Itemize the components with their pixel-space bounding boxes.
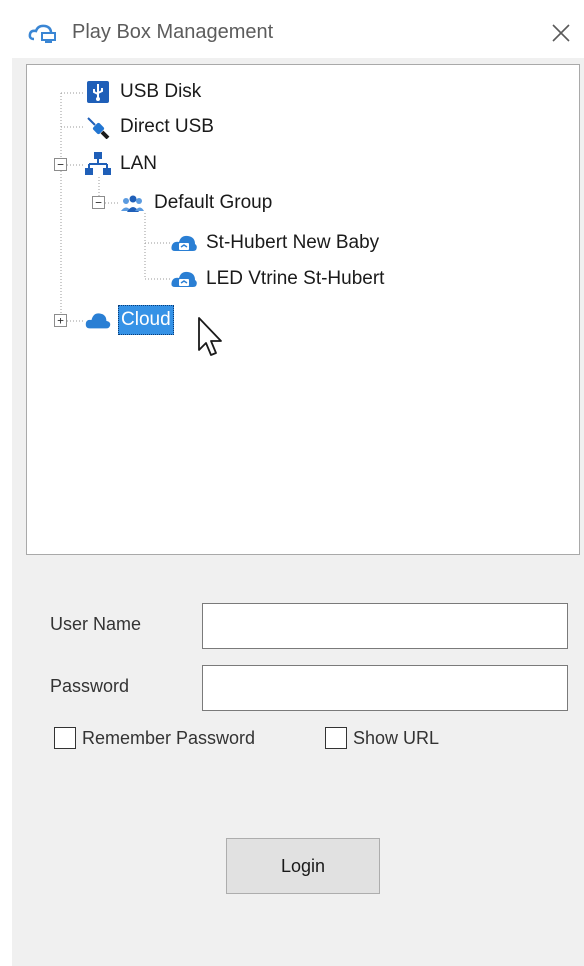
- remember-password-label: Remember Password: [82, 727, 256, 748]
- usb-disk-icon: [85, 79, 111, 105]
- play-box-management-window: Play Box Management − − + USB Disk Direc…: [0, 0, 584, 966]
- group-icon: [119, 190, 145, 216]
- network-icon: [85, 151, 111, 177]
- tree-node-direct-usb[interactable]: Direct USB: [85, 112, 216, 142]
- tree-node-lan[interactable]: LAN: [85, 149, 159, 179]
- tree-node-default-group[interactable]: Default Group: [119, 188, 274, 218]
- device-tree[interactable]: − − + USB Disk Direct USB LAN Default Gr…: [26, 64, 580, 555]
- show-url-checkbox-row[interactable]: Show URL: [325, 727, 439, 749]
- close-icon[interactable]: [546, 18, 576, 48]
- tree-node-label: USB Disk: [120, 81, 202, 102]
- player-device-icon: [171, 230, 197, 256]
- lan-collapse-toggle[interactable]: −: [54, 158, 67, 171]
- password-input[interactable]: [202, 665, 568, 711]
- username-input[interactable]: [202, 603, 568, 649]
- tree-node-label: St-Hubert New Baby: [206, 232, 380, 253]
- tree-node-label: LAN: [120, 153, 157, 174]
- cloud-expand-toggle[interactable]: +: [54, 314, 67, 327]
- window-title: Play Box Management: [72, 21, 274, 43]
- default-group-collapse-toggle[interactable]: −: [92, 196, 105, 209]
- tree-node-st-hubert-new-baby[interactable]: St-Hubert New Baby: [171, 228, 381, 258]
- tree-node-label: Cloud: [118, 305, 174, 335]
- password-label: Password: [50, 676, 130, 696]
- username-label: User Name: [50, 614, 142, 634]
- tree-node-label: Default Group: [154, 192, 273, 213]
- tree-node-usb-disk[interactable]: USB Disk: [85, 77, 203, 107]
- cloud-icon: [85, 307, 111, 333]
- tree-node-label: Direct USB: [120, 116, 214, 137]
- player-device-icon: [171, 266, 197, 292]
- login-button[interactable]: Login: [226, 838, 380, 894]
- remember-password-checkbox-row[interactable]: Remember Password: [54, 727, 255, 749]
- show-url-label: Show URL: [353, 727, 440, 748]
- tree-node-cloud[interactable]: Cloud: [85, 305, 174, 335]
- cloud-screen-icon: [28, 22, 64, 44]
- tree-node-led-vtrine-st-hubert[interactable]: LED Vtrine St-Hubert: [171, 264, 386, 294]
- title-bar: Play Box Management: [0, 0, 584, 58]
- tree-node-label: LED Vtrine St-Hubert: [206, 268, 385, 289]
- remember-password-checkbox[interactable]: [54, 727, 76, 749]
- show-url-checkbox[interactable]: [325, 727, 347, 749]
- usb-cable-icon: [85, 114, 111, 140]
